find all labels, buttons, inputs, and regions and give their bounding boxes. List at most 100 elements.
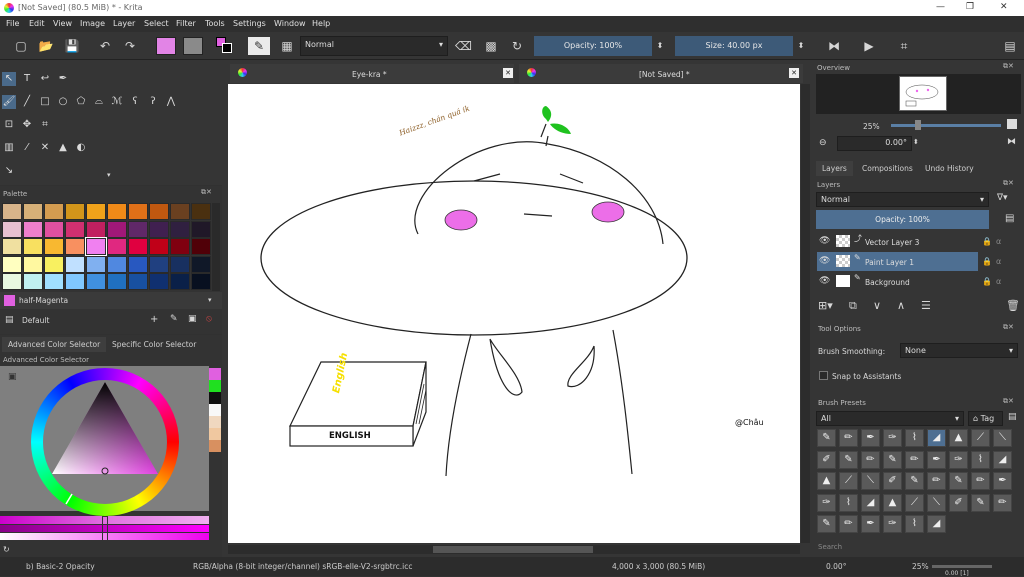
brush-preset-icon[interactable]: ✎ [949,472,968,490]
brush-preset-icon[interactable]: ✑ [949,450,968,469]
palette-swatch[interactable] [65,255,85,273]
restore-icon[interactable]: ❐ [966,2,974,12]
overview-reset-icon[interactable] [1007,119,1017,129]
rotate-icon[interactable]: ⊖ [819,138,827,148]
assistant-tool-icon[interactable]: ◐ [74,141,88,155]
brush-preset-icon[interactable]: ⌇ [905,429,924,447]
vertical-scrollbar[interactable] [801,84,810,543]
refresh-icon[interactable]: ↻ [3,545,10,554]
visibility-eye-icon[interactable]: 👁 [819,256,830,266]
brush-preset-icon[interactable]: ✎ [883,450,902,469]
palette-swatch[interactable] [170,203,190,220]
brush-preset-icon[interactable]: ▲ [949,429,968,447]
tab-advanced-color-selector[interactable]: Advanced Color Selector [2,337,107,352]
layer-properties-icon[interactable]: ☰ [921,299,931,312]
palette-swatch[interactable] [128,273,148,291]
palette-swatch[interactable] [65,273,85,291]
brush-filter-select[interactable]: All ▾ [816,411,964,426]
palette-swatch[interactable] [85,237,107,257]
overview-zoom-handle[interactable] [915,120,921,130]
palette-swatch[interactable] [107,203,127,220]
move-layer-up-icon[interactable]: ∧ [897,299,905,312]
fill-gradient-button[interactable] [156,37,176,55]
palette-swatch[interactable] [149,220,169,238]
color-history-swatch[interactable] [209,404,221,416]
palette-swatch[interactable] [65,220,85,238]
palette-swatch[interactable] [128,255,148,273]
palette-swatch[interactable] [170,255,190,273]
drawing-canvas[interactable]: Haizzz, chán quá ik English ENGLISH @Châ… [228,84,800,543]
palette-swatch[interactable] [2,273,22,291]
status-zoom-slider[interactable] [932,565,992,568]
visibility-eye-icon[interactable]: 👁 [819,236,830,246]
polygon-tool-icon[interactable]: ⬠ [74,95,88,109]
brush-preset-icon[interactable]: ✎ [817,429,836,447]
alpha-inherit-icon[interactable]: α [996,277,1001,286]
palette-swatch[interactable] [44,238,64,256]
menu-layer[interactable]: Layer [113,19,135,28]
wrap-around-icon[interactable]: ⌗ [896,38,912,54]
palette-swatch[interactable] [191,203,211,220]
rotation-field[interactable]: 0.00° [837,136,912,151]
close-window-icon[interactable]: ✕ [1000,2,1008,12]
color-history-swatch[interactable] [209,416,221,428]
palette-swatch[interactable] [86,273,106,291]
lock-icon[interactable]: 🔒 [982,277,992,286]
edit-shapes-icon[interactable]: ↩ [38,72,52,86]
palette-swatch[interactable] [65,203,85,220]
brush-preset-icon[interactable]: ✏ [993,493,1012,512]
redo-icon[interactable]: ↷ [122,38,138,54]
layer-row-paint-1[interactable]: 👁 ✎ Paint Layer 1 [817,252,978,271]
menu-file[interactable]: File [6,19,19,28]
color-history-swatch[interactable] [209,380,221,392]
brush-preset-icon[interactable]: ▲ [883,493,902,512]
freehand-path-icon[interactable]: ʕ [128,95,142,109]
background-color-swatch[interactable] [222,43,232,53]
menu-help[interactable]: Help [312,19,330,28]
palette-swatch[interactable] [107,273,127,291]
mirror-view-icon[interactable]: ⧓ [1007,137,1016,147]
layer-opacity-slider[interactable]: Opacity: 100% [816,210,989,229]
layer-row-vector-3[interactable]: 👁 ⤴ Vector Layer 3 [817,232,978,251]
dynamic-brush-icon[interactable]: ʔ [146,95,160,109]
brush-preset-icon[interactable]: ✎ [817,515,836,533]
save-palette-icon[interactable]: ▣ [188,314,197,324]
palette-swatch[interactable] [86,220,106,238]
palette-preset-name[interactable]: Default [22,316,49,325]
brush-preset-icon[interactable]: ✏ [927,472,946,490]
move-layer-down-icon[interactable]: ∨ [873,299,881,312]
duplicate-layer-icon[interactable]: ⧉ [849,299,857,313]
toolbox-collapse-icon[interactable]: ▾ [107,171,111,179]
palette-swatch[interactable] [170,238,190,256]
brush-preset-icon[interactable]: ▲ [817,472,836,490]
visibility-eye-icon[interactable]: 👁 [819,276,830,286]
overview-zoom-slider[interactable] [891,124,1001,127]
tag-select[interactable]: ⌂ Tag [968,411,1003,426]
brush-preset-icon[interactable]: ✑ [883,429,902,447]
brush-preset-icon[interactable]: ✑ [883,515,902,533]
color-history-swatch[interactable] [209,440,221,452]
palette-swatch[interactable] [44,273,64,291]
brush-preset-icon[interactable]: ◢ [861,493,880,512]
brush-view-icon[interactable]: ▤ [1008,412,1017,422]
color-history-swatch[interactable] [209,392,221,404]
brush-preset-icon[interactable]: ✏ [861,450,880,469]
add-layer-icon[interactable]: ⊞▾ [818,299,833,312]
add-color-icon[interactable]: + [150,314,158,325]
crop-tool-icon[interactable]: ⊡ [2,118,16,132]
tab-specific-color-selector[interactable]: Specific Color Selector [106,337,202,352]
tab-compositions[interactable]: Compositions [856,161,919,176]
palette-list-icon[interactable]: ▤ [5,315,14,325]
tab-undo-history[interactable]: Undo History [919,161,980,176]
palette-swatch[interactable] [170,220,190,238]
brush-preset-icon[interactable]: ✏ [905,450,924,469]
color-history-swatch[interactable] [209,368,221,380]
brush-preset-icon[interactable]: ✒ [927,450,946,469]
opacity-slider[interactable]: Opacity: 100% [534,36,652,56]
multibrush-icon[interactable]: ⋀ [164,95,178,109]
menu-tools[interactable]: Tools [205,19,225,28]
brush-preset-icon[interactable]: ✒ [861,515,880,533]
palette-swatch[interactable] [128,203,148,220]
undo-icon[interactable]: ↶ [97,38,113,54]
brush-preset-button[interactable]: ✎ [248,37,270,55]
